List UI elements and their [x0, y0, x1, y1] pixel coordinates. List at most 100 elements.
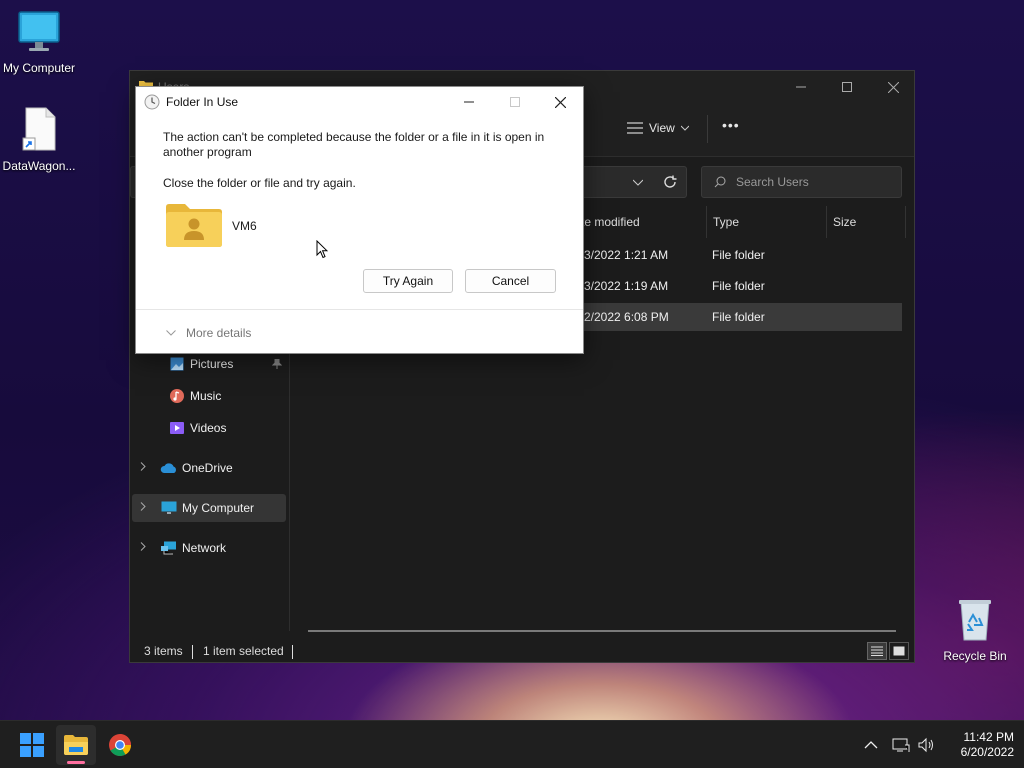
- status-separator: [292, 645, 293, 659]
- minimize-icon: [796, 86, 806, 88]
- column-label: Size: [833, 215, 857, 229]
- pin-icon[interactable]: [272, 359, 282, 369]
- dialog-titlebar[interactable]: Folder In Use: [136, 87, 583, 117]
- videos-icon: [168, 420, 186, 436]
- desktop-icon-label: My Computer: [2, 61, 76, 75]
- try-again-button[interactable]: Try Again: [363, 269, 453, 293]
- nav-item-my-computer[interactable]: My Computer: [132, 494, 286, 522]
- nav-item-label: Pictures: [190, 357, 234, 371]
- chrome-icon: [109, 734, 131, 756]
- nav-item-music[interactable]: Music: [130, 382, 288, 410]
- minimize-icon: [464, 101, 474, 103]
- computer-icon: [18, 11, 60, 51]
- nav-item-videos[interactable]: Videos: [130, 414, 288, 442]
- onedrive-icon: [160, 460, 178, 476]
- dialog-maximize-button: [492, 87, 538, 117]
- cell-date-modified: 2/2022 6:08 PM: [584, 310, 669, 324]
- taskbar-file-explorer[interactable]: [56, 725, 96, 765]
- desktop-icon-datawagon[interactable]: DataWagon...: [0, 106, 81, 173]
- nav-item-network[interactable]: Network: [130, 534, 288, 562]
- computer-icon: [160, 500, 178, 516]
- desktop-icon-label: Recycle Bin: [943, 649, 1007, 663]
- close-button[interactable]: [870, 71, 916, 103]
- dialog-instruction: Close the folder or file and try again.: [163, 176, 356, 190]
- dialog-title: Folder In Use: [166, 95, 239, 109]
- toolbar-separator: [707, 115, 708, 143]
- more-options-button[interactable]: •••: [722, 117, 740, 133]
- status-separator: [192, 645, 193, 659]
- nav-item-label: Network: [182, 541, 227, 555]
- nav-item-label: OneDrive: [182, 461, 233, 475]
- windows-logo-icon: [20, 733, 44, 757]
- details-view-button[interactable]: [867, 642, 887, 660]
- chevron-down-icon[interactable]: [633, 179, 643, 186]
- column-header-date-modified[interactable]: te modified: [575, 206, 640, 238]
- cell-type: File folder: [712, 248, 765, 262]
- dialog-message: The action can't be completed because th…: [163, 130, 545, 159]
- start-button[interactable]: [12, 725, 52, 765]
- mouse-cursor-icon: [316, 240, 328, 259]
- taskbar-clock[interactable]: 11:42 PM 6/20/2022: [940, 730, 1014, 760]
- active-app-indicator: [67, 761, 85, 764]
- search-placeholder: Search Users: [736, 175, 809, 189]
- chevron-down-icon: [166, 330, 176, 336]
- desktop-icon-my-computer[interactable]: My Computer: [0, 10, 81, 75]
- horizontal-scrollbar[interactable]: [308, 630, 896, 632]
- nav-item-label: Videos: [190, 421, 227, 435]
- column-header-size[interactable]: Size: [826, 206, 906, 238]
- column-label: te modified: [581, 215, 640, 229]
- search-icon: [714, 176, 726, 188]
- desktop-icon-label: DataWagon...: [2, 159, 76, 173]
- status-bar: 3 items 1 item selected: [130, 641, 914, 663]
- status-item-count: 3 items: [144, 644, 183, 658]
- chevron-right-icon[interactable]: [140, 462, 154, 474]
- close-icon: [887, 81, 899, 93]
- column-header-type[interactable]: Type: [706, 206, 739, 238]
- more-details-toggle[interactable]: More details: [166, 326, 251, 340]
- minimize-button[interactable]: [778, 71, 824, 103]
- view-lines-icon: [627, 122, 643, 134]
- chevron-right-icon[interactable]: [140, 502, 154, 514]
- more-details-label: More details: [186, 326, 252, 340]
- large-icons-view-button[interactable]: [889, 642, 909, 660]
- view-button[interactable]: View: [627, 121, 689, 135]
- refresh-icon[interactable]: [663, 175, 677, 189]
- clock-icon: [144, 94, 160, 110]
- cell-date-modified: 3/2022 1:19 AM: [584, 279, 669, 293]
- large-icons-view-icon: [893, 646, 905, 656]
- file-explorer-icon: [64, 735, 88, 755]
- network-icon: [160, 540, 178, 556]
- file-shortcut-icon: [22, 107, 56, 151]
- taskbar: 11:42 PM 6/20/2022: [0, 720, 1024, 768]
- maximize-button[interactable]: [824, 71, 870, 103]
- cell-type: File folder: [712, 310, 765, 324]
- maximize-icon: [842, 82, 852, 92]
- volume-icon[interactable]: [918, 737, 936, 753]
- clock-time: 11:42 PM: [963, 730, 1014, 744]
- close-icon: [554, 96, 566, 108]
- dialog-close-button[interactable]: [537, 87, 583, 117]
- desktop-icon-recycle-bin[interactable]: Recycle Bin: [933, 598, 1017, 663]
- nav-item-onedrive[interactable]: OneDrive: [130, 454, 288, 482]
- details-view-icon: [871, 646, 883, 656]
- cancel-button[interactable]: Cancel: [465, 269, 556, 293]
- cell-type: File folder: [712, 279, 765, 293]
- more-options-glyph: •••: [722, 117, 740, 133]
- status-selected-count: 1 item selected: [203, 644, 284, 658]
- nav-item-label: My Computer: [182, 501, 255, 515]
- dialog-minimize-button[interactable]: [446, 87, 492, 117]
- column-label: Type: [713, 215, 740, 229]
- recycle-bin-icon: [959, 600, 991, 641]
- system-tray: [864, 721, 936, 768]
- chevron-up-icon[interactable]: [864, 740, 878, 750]
- clock-date: 6/20/2022: [960, 745, 1014, 759]
- nav-item-label: Music: [190, 389, 222, 403]
- network-status-icon[interactable]: [892, 737, 910, 753]
- pictures-icon: [168, 356, 186, 372]
- maximize-icon: [510, 97, 520, 107]
- taskbar-chrome[interactable]: [100, 725, 140, 765]
- chevron-right-icon[interactable]: [140, 542, 154, 554]
- search-input[interactable]: Search Users: [701, 166, 902, 198]
- view-label: View: [649, 121, 675, 135]
- user-folder-icon: [166, 204, 222, 247]
